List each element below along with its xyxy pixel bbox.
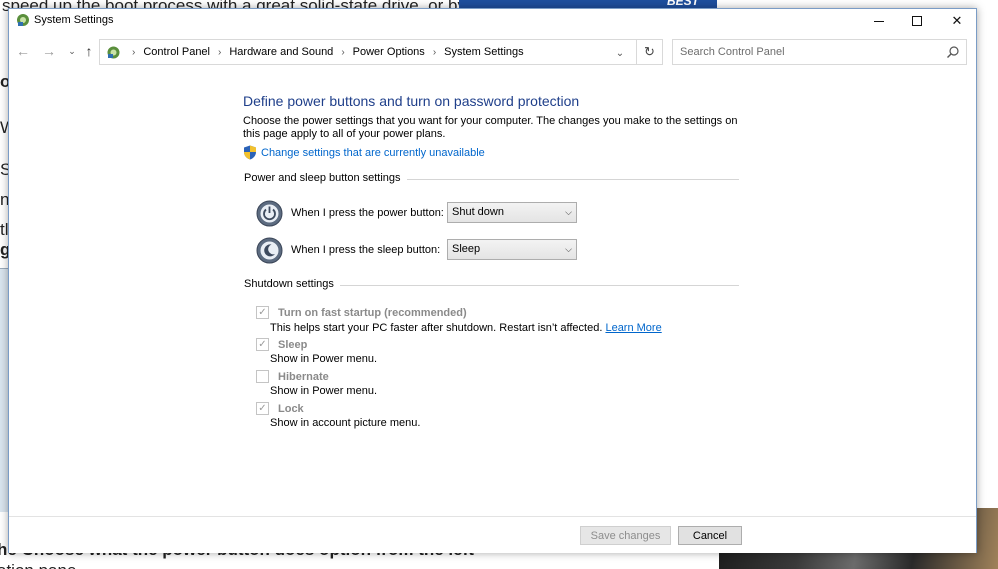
lock-option: ✓ Lock: [256, 402, 304, 415]
address-dropdown-button[interactable]: ⌄: [612, 45, 628, 61]
shutdown-section-header: Shutdown settings: [244, 278, 739, 290]
power-button-action-select[interactable]: Shut down ⌵: [447, 202, 577, 223]
section-title: Shutdown settings: [244, 278, 334, 290]
system-settings-window: System Settings ✕ ← → ⌄ ↑ › Control Pane…: [8, 8, 977, 553]
chevron-right-icon: ›: [132, 46, 136, 58]
breadcrumb-system-settings[interactable]: System Settings: [444, 46, 523, 58]
cancel-button[interactable]: Cancel: [678, 526, 742, 545]
close-icon: ✕: [951, 13, 963, 28]
arrow-right-icon: →: [42, 43, 56, 59]
main-content: Define power buttons and turn on passwor…: [9, 71, 976, 516]
page-description: Choose the power settings that you want …: [243, 115, 738, 140]
control-panel-icon: [17, 14, 29, 26]
minimize-icon: [874, 20, 884, 22]
learn-more-link[interactable]: Learn More: [605, 322, 661, 334]
sleep-button-setting-row: When I press the sleep button: Sleep ⌵: [256, 236, 577, 264]
hibernate-option: Hibernate: [256, 370, 329, 383]
refresh-icon: ↻: [644, 44, 655, 59]
refresh-button[interactable]: ↻: [636, 40, 662, 64]
back-button[interactable]: ←: [15, 43, 31, 59]
chevron-down-icon: ⌵: [565, 207, 572, 217]
breadcrumb: › Control Panel › Hardware and Sound › P…: [124, 46, 524, 58]
maximize-icon: [912, 16, 922, 26]
chevron-right-icon[interactable]: ›: [341, 47, 344, 58]
hibernate-checkbox[interactable]: [256, 370, 269, 383]
address-bar[interactable]: › Control Panel › Hardware and Sound › P…: [99, 39, 663, 65]
sleep-checkbox[interactable]: ✓: [256, 338, 269, 351]
power-sleep-section-header: Power and sleep button settings: [244, 172, 739, 184]
breadcrumb-hardware-and-sound[interactable]: Hardware and Sound: [229, 46, 333, 58]
search-box[interactable]: [672, 39, 967, 65]
close-button[interactable]: ✕: [937, 9, 977, 33]
fast-startup-option: ✓ Turn on fast startup (recommended): [256, 306, 467, 319]
breadcrumb-power-options[interactable]: Power Options: [353, 46, 425, 58]
chevron-right-icon[interactable]: ›: [433, 47, 436, 58]
sleep-button-icon: [256, 237, 283, 263]
section-title: Power and sleep button settings: [244, 172, 401, 184]
arrow-left-icon: ←: [16, 43, 30, 59]
lock-checkbox[interactable]: ✓: [256, 402, 269, 415]
select-value: Shut down: [452, 206, 504, 218]
divider: [339, 284, 739, 286]
background-text-bottom-2: ation pane.: [0, 561, 81, 569]
option-label: Hibernate: [278, 370, 329, 383]
change-settings-link-row[interactable]: Change settings that are currently unava…: [243, 145, 485, 160]
chevron-down-icon: ⌄: [615, 47, 625, 59]
fast-startup-checkbox[interactable]: ✓: [256, 306, 269, 319]
chevron-down-icon: ⌵: [565, 244, 572, 254]
recent-locations-button[interactable]: ⌄: [64, 43, 80, 59]
search-input[interactable]: [673, 40, 943, 64]
uac-shield-icon: [244, 145, 256, 160]
navigation-bar: ← → ⌄ ↑ › Control Panel › Hardware and S…: [9, 37, 976, 65]
option-description: Show in Power menu.: [270, 353, 377, 365]
breadcrumb-control-panel[interactable]: Control Panel: [143, 46, 210, 58]
chevron-right-icon[interactable]: ›: [218, 47, 221, 58]
search-icon[interactable]: [946, 45, 960, 59]
change-settings-link[interactable]: Change settings that are currently unava…: [261, 147, 485, 159]
option-description: This helps start your PC faster after sh…: [270, 322, 603, 334]
power-button-label: When I press the power button:: [291, 207, 444, 219]
page-title: Define power buttons and turn on passwor…: [243, 93, 580, 109]
arrow-up-icon: ↑: [85, 43, 93, 59]
footer-bar: Save changes Cancel: [9, 516, 976, 553]
chevron-down-icon: ⌄: [68, 45, 76, 56]
background-banner-text: BEST: [666, 0, 699, 8]
option-label: Turn on fast startup (recommended): [278, 306, 467, 319]
power-button-icon: [256, 200, 283, 226]
sleep-button-label: When I press the sleep button:: [291, 244, 441, 256]
save-changes-button[interactable]: Save changes: [580, 526, 671, 545]
option-label: Sleep: [278, 338, 308, 351]
maximize-button[interactable]: [897, 9, 937, 33]
fast-startup-description: This helps start your PC faster after sh…: [270, 322, 662, 334]
option-label: Lock: [278, 402, 304, 415]
minimize-button[interactable]: [859, 9, 899, 33]
divider: [406, 178, 739, 180]
forward-button[interactable]: →: [41, 43, 57, 59]
title-bar[interactable]: System Settings ✕: [9, 9, 976, 33]
window-title: System Settings: [34, 14, 114, 26]
option-description: Show in Power menu.: [270, 385, 377, 397]
up-button[interactable]: ↑: [81, 43, 97, 59]
option-description: Show in account picture menu.: [270, 417, 421, 429]
sleep-option: ✓ Sleep: [256, 338, 307, 351]
sleep-button-action-select[interactable]: Sleep ⌵: [447, 239, 577, 260]
power-button-setting-row: When I press the power button: Shut down…: [256, 199, 577, 227]
control-panel-icon: [107, 46, 120, 59]
select-value: Sleep: [452, 243, 481, 255]
